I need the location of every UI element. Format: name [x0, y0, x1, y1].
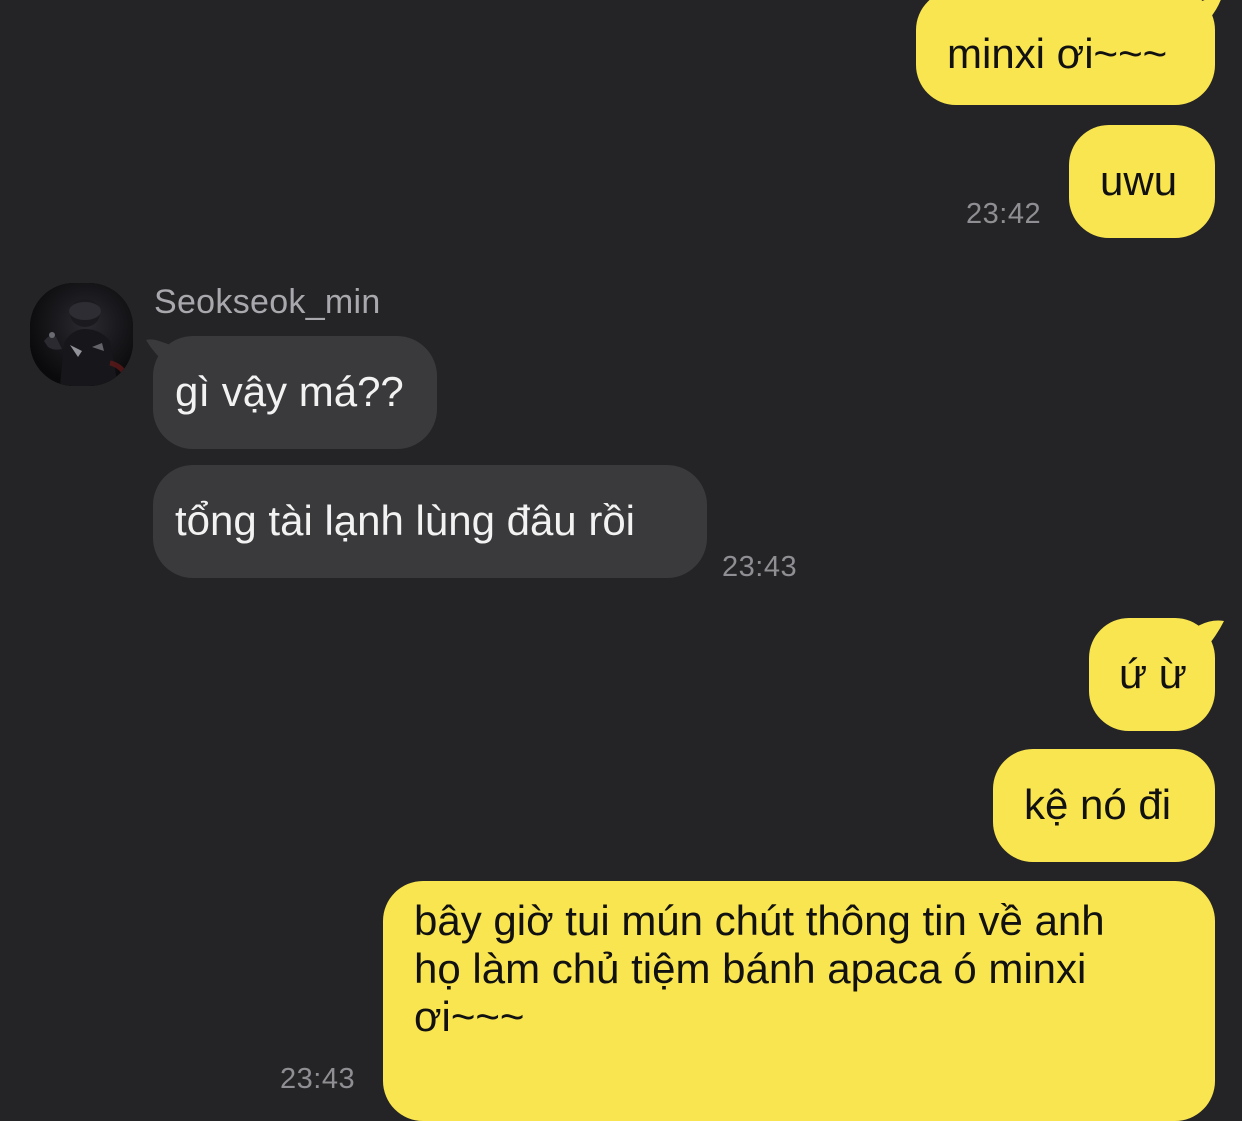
- message-bubble[interactable]: uwu: [1069, 125, 1215, 238]
- message-timestamp: 23:43: [280, 1063, 356, 1095]
- message-text: gì vậy má??: [175, 368, 404, 415]
- message-bubble[interactable]: minxi ơi~~~: [916, 0, 1215, 105]
- contact-avatar[interactable]: [30, 283, 133, 386]
- message-text: minxi ơi~~~: [947, 30, 1168, 77]
- message-text: ứ ừ: [1119, 650, 1187, 697]
- message-text-line: bây giờ tui mún chút thông tin về anh: [414, 897, 1105, 944]
- message-bubble[interactable]: gì vậy má??: [153, 336, 437, 449]
- message-text: uwu: [1100, 157, 1178, 204]
- message-text: kệ nó đi: [1024, 781, 1172, 828]
- avatar-image: [30, 283, 133, 386]
- message-timestamp: 23:42: [966, 198, 1042, 230]
- message-bubble[interactable]: tổng tài lạnh lùng đâu rồi: [153, 465, 707, 578]
- message-timestamp: 23:43: [722, 551, 798, 583]
- message-bubble[interactable]: ứ ừ: [1089, 618, 1215, 731]
- message-bubble[interactable]: bây giờ tui mún chút thông tin về anh họ…: [383, 881, 1215, 1121]
- message-text-line: họ làm chủ tiệm bánh apaca ó minxi: [414, 945, 1087, 992]
- message-bubble[interactable]: kệ nó đi: [993, 749, 1215, 862]
- message-text-line: ơi~~~: [414, 993, 525, 1040]
- contact-name: Seokseok_min: [154, 283, 381, 321]
- message-text: tổng tài lạnh lùng đâu rồi: [175, 497, 636, 544]
